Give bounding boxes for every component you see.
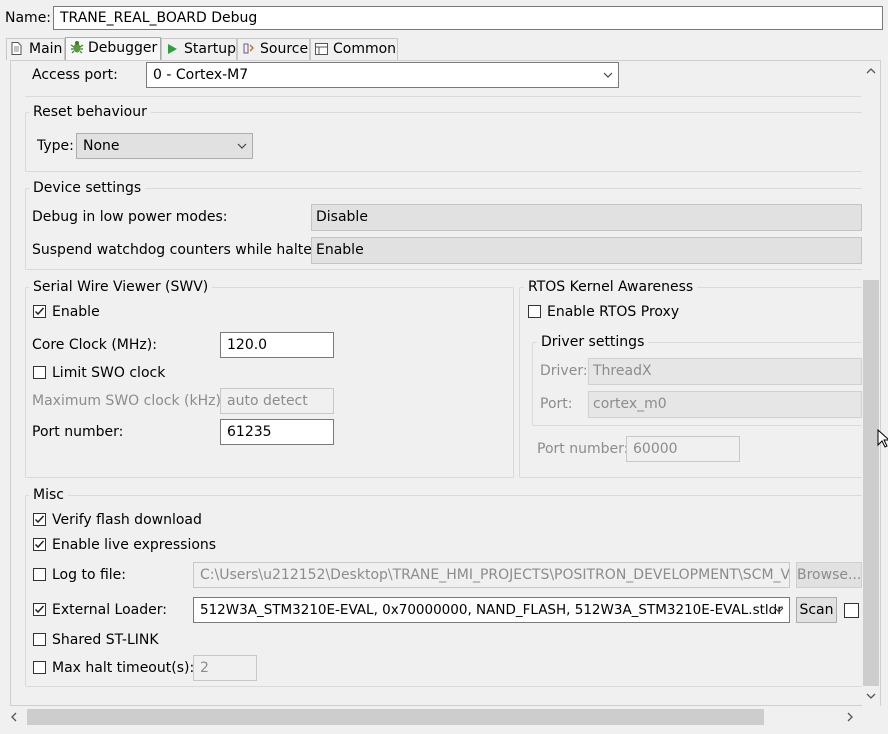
- scroll-left-icon[interactable]: [10, 712, 18, 722]
- misc-title: Misc: [29, 485, 68, 505]
- scroll-right-icon[interactable]: [846, 712, 854, 722]
- browse-button: Browse...: [796, 562, 862, 588]
- name-label: Name:: [5, 10, 52, 26]
- document-icon: [11, 41, 25, 62]
- access-port-label: Access port:: [32, 67, 118, 83]
- rtos-port-number-label: Port number:: [537, 441, 629, 457]
- rtos-title: RTOS Kernel Awareness: [524, 277, 698, 297]
- rtos-port-number-input: 60000: [626, 436, 740, 462]
- swv-enable-checkbox[interactable]: [33, 305, 46, 318]
- checkmark-icon: [34, 605, 45, 614]
- checkmark-icon: [34, 540, 45, 549]
- verify-flash-checkbox[interactable]: [33, 513, 46, 526]
- max-swo-input: auto detect: [220, 388, 334, 414]
- reset-behaviour-title: Reset behaviour: [29, 102, 151, 122]
- watchdog-select[interactable]: Enable: [311, 237, 862, 264]
- chevron-down-icon: [774, 607, 784, 613]
- max-halt-label: Max halt timeout(s):: [52, 660, 195, 676]
- bug-icon: [70, 40, 84, 61]
- live-expressions-label: Enable live expressions: [52, 537, 217, 553]
- external-loader-checkbox[interactable]: [33, 603, 46, 616]
- tab-source-label: Source: [260, 41, 309, 57]
- config-name-input[interactable]: TRANE_REAL_BOARD Debug: [53, 6, 883, 30]
- device-settings-title: Device settings: [29, 178, 146, 198]
- live-expressions-checkbox[interactable]: [33, 538, 46, 551]
- driver-label: Driver:: [540, 363, 588, 379]
- tab-debugger-label: Debugger: [88, 40, 158, 56]
- driver-select: ThreadX: [588, 358, 862, 385]
- swv-title: Serial Wire Viewer (SWV): [29, 277, 213, 297]
- driver-settings-title: Driver settings: [537, 332, 649, 352]
- vertical-scroll-thumb[interactable]: [863, 280, 879, 686]
- tab-startup[interactable]: Startup: [161, 38, 237, 60]
- swv-port-label: Port number:: [32, 424, 124, 440]
- play-icon: [166, 41, 180, 62]
- rtos-proxy-checkbox[interactable]: [528, 305, 541, 318]
- reset-type-select[interactable]: None: [76, 133, 253, 159]
- scroll-up-icon[interactable]: [866, 67, 876, 75]
- scan-button[interactable]: Scan: [796, 597, 837, 623]
- log-to-file-label: Log to file:: [52, 567, 126, 583]
- mouse-cursor-icon: [877, 429, 888, 448]
- swv-enable-label: Enable: [52, 304, 100, 320]
- rtos-proxy-label: Enable RTOS Proxy: [547, 304, 680, 320]
- verify-flash-label: Verify flash download: [52, 512, 202, 528]
- source-icon: [242, 41, 256, 62]
- tab-main[interactable]: Main: [6, 38, 65, 60]
- checkmark-icon: [34, 307, 45, 316]
- access-port-value: 0 - Cortex-M7: [153, 67, 249, 83]
- limit-swo-label: Limit SWO clock: [52, 365, 166, 381]
- max-halt-input: 2: [193, 655, 257, 681]
- reset-type-label: Type:: [37, 138, 74, 154]
- reset-type-value: None: [83, 138, 120, 154]
- extra-checkbox[interactable]: [844, 603, 859, 618]
- rtos-port-label: Port:: [540, 396, 573, 412]
- low-power-label: Debug in low power modes:: [32, 209, 228, 225]
- tab-source[interactable]: Source: [237, 38, 310, 60]
- core-clock-input[interactable]: 120.0: [220, 332, 334, 358]
- access-port-select[interactable]: 0 - Cortex-M7: [146, 62, 619, 88]
- tab-main-label: Main: [29, 41, 63, 57]
- limit-swo-checkbox[interactable]: [33, 366, 46, 379]
- max-swo-label: Maximum SWO clock (kHz):: [32, 393, 226, 409]
- shared-stlink-checkbox[interactable]: [33, 633, 46, 646]
- swv-port-input[interactable]: 61235: [220, 419, 334, 445]
- core-clock-label: Core Clock (MHz):: [32, 337, 157, 353]
- tab-common[interactable]: Common: [310, 38, 398, 60]
- scroll-down-icon[interactable]: [866, 692, 876, 700]
- tab-debugger[interactable]: Debugger: [65, 37, 161, 61]
- tab-startup-label: Startup: [184, 41, 236, 57]
- shared-stlink-label: Shared ST-LINK: [52, 632, 159, 648]
- tab-common-label: Common: [333, 41, 397, 57]
- chevron-down-icon: [237, 143, 247, 149]
- vertical-scrollbar[interactable]: [862, 61, 880, 706]
- low-power-select[interactable]: Disable: [311, 204, 862, 231]
- chevron-down-icon: [603, 72, 613, 78]
- log-file-path-input: C:\Users\u212152\Desktop\TRANE_HMI_PROJE…: [193, 562, 790, 588]
- checkmark-icon: [34, 515, 45, 524]
- grid-icon: [315, 41, 329, 62]
- max-halt-checkbox[interactable]: [33, 661, 46, 674]
- horizontal-scrollbar[interactable]: [6, 707, 862, 727]
- log-to-file-checkbox[interactable]: [33, 568, 46, 581]
- external-loader-select[interactable]: 512W3A_STM3210E-EVAL, 0x70000000, NAND_F…: [193, 597, 790, 623]
- external-loader-value: 512W3A_STM3210E-EVAL, 0x70000000, NAND_F…: [200, 602, 783, 618]
- watchdog-label: Suspend watchdog counters while halted:: [32, 242, 326, 258]
- horizontal-scroll-thumb[interactable]: [27, 709, 764, 725]
- external-loader-label: External Loader:: [52, 602, 167, 618]
- rtos-port-select: cortex_m0: [588, 391, 862, 418]
- divider: [25, 96, 861, 97]
